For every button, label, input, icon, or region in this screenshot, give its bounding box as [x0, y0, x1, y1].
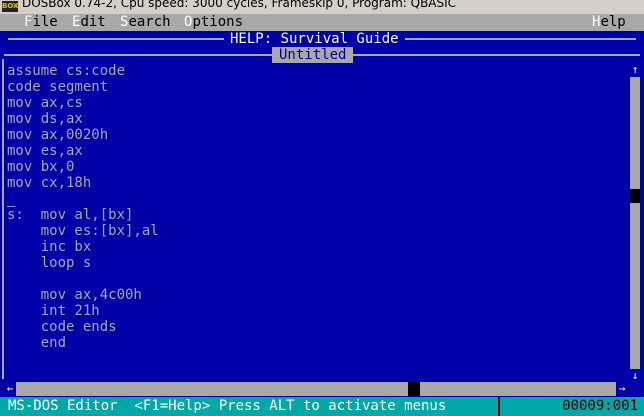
menu-search[interactable]: Search: [120, 14, 171, 31]
code-line[interactable]: [7, 367, 627, 383]
code-line[interactable]: mov ax,cs: [7, 95, 627, 111]
frame-left-border: [2, 59, 4, 379]
code-line[interactable]: [7, 271, 627, 287]
code-line[interactable]: code segment: [7, 79, 627, 95]
code-line[interactable]: mov cx,18h: [7, 175, 627, 191]
editor-area: HELP: Survival Guide Untitled assume cs:…: [0, 31, 644, 397]
document-title-bar: Untitled: [0, 47, 644, 63]
status-message: MS-DOS Editor <F1=Help> Press ALT to act…: [8, 398, 447, 414]
scroll-down-arrow-icon[interactable]: ↓: [630, 369, 640, 383]
code-line[interactable]: _: [7, 191, 627, 207]
text-cursor: _: [7, 191, 16, 207]
code-line[interactable]: mov es:[bx],al: [7, 223, 627, 239]
scroll-right-arrow-icon[interactable]: →: [616, 382, 628, 396]
window-title-bar: BOX DOSBox 0.74-2, Cpu speed: 3000 cycle…: [0, 0, 644, 14]
code-line[interactable]: mov bx,0: [7, 159, 627, 175]
code-line[interactable]: [7, 351, 627, 367]
help-window-title-bar: HELP: Survival Guide: [0, 31, 644, 47]
code-line[interactable]: inc bx: [7, 239, 627, 255]
code-text[interactable]: assume cs:code code segment mov ax,cs mov d…: [7, 63, 627, 383]
dosbox-icon[interactable]: BOX: [2, 1, 18, 12]
code-line[interactable]: mov ds,ax: [7, 111, 627, 127]
window-title: DOSBox 0.74-2, Cpu speed: 3000 cycles, F…: [22, 0, 457, 10]
code-line[interactable]: end: [7, 335, 627, 351]
menu-edit[interactable]: Edit: [72, 14, 106, 31]
document-title[interactable]: Untitled: [272, 47, 354, 63]
menu-bar: File Edit Search Options Help: [0, 14, 644, 31]
code-line[interactable]: int 21h: [7, 303, 627, 319]
vertical-scroll-thumb[interactable]: [630, 189, 640, 203]
menu-help[interactable]: Help: [592, 14, 626, 31]
code-line[interactable]: mov ax,4c00h: [7, 287, 627, 303]
scroll-left-arrow-icon[interactable]: ←: [4, 382, 16, 396]
code-line[interactable]: mov es,ax: [7, 143, 627, 159]
menu-file[interactable]: File: [24, 14, 58, 31]
code-line[interactable]: assume cs:code: [7, 63, 627, 79]
cursor-position: 00009:001: [562, 398, 638, 414]
code-line[interactable]: s: mov al,[bx]: [7, 207, 627, 223]
horizontal-scroll-thumb[interactable]: [408, 382, 420, 396]
code-line[interactable]: code ends: [7, 319, 627, 335]
horizontal-scrollbar[interactable]: ← →: [4, 382, 628, 396]
code-line[interactable]: loop s: [7, 255, 627, 271]
cursor-position-panel: 00009:001: [498, 397, 644, 416]
help-window-title: HELP: Survival Guide: [224, 31, 405, 47]
vertical-scrollbar[interactable]: ↑ ↓: [630, 63, 640, 383]
menu-options[interactable]: Options: [184, 14, 243, 31]
scroll-up-arrow-icon[interactable]: ↑: [630, 63, 640, 77]
status-bar: MS-DOS Editor <F1=Help> Press ALT to act…: [0, 397, 644, 416]
code-line[interactable]: mov ax,0020h: [7, 127, 627, 143]
